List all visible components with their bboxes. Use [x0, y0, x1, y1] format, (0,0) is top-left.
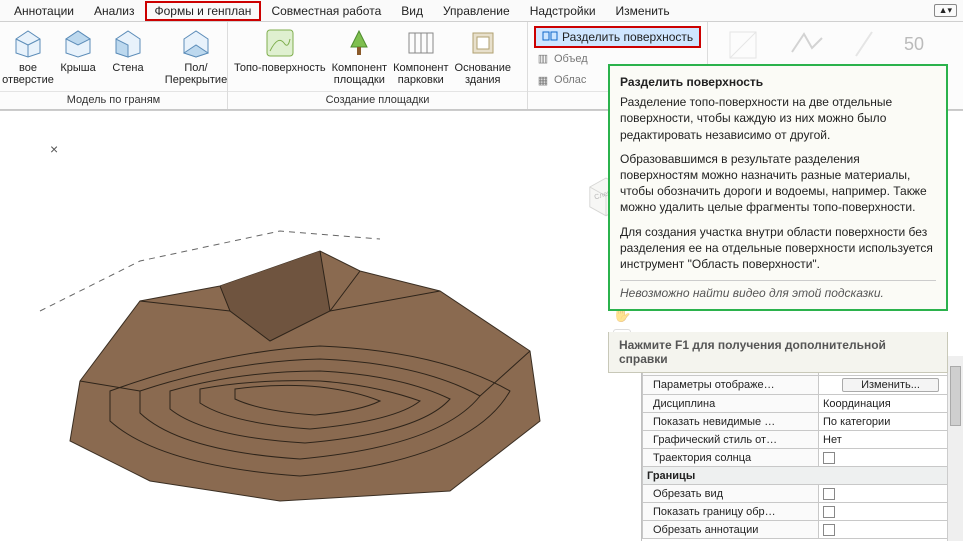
split-surface-button[interactable]: Разделить поверхность: [534, 26, 701, 48]
prop-row[interactable]: Обрезать вид: [643, 485, 963, 503]
prop-key: Обрезать аннотации: [643, 521, 819, 539]
prop-value[interactable]: Координация: [819, 395, 963, 413]
small-label: Объед: [554, 53, 588, 65]
split-surface-label: Разделить поверхность: [562, 30, 693, 44]
prop-key: Показать невидимые …: [643, 413, 819, 431]
prop-checkbox[interactable]: [819, 449, 963, 467]
ribbon-label: Компонент площадки: [332, 62, 387, 86]
wall-icon: [111, 26, 145, 60]
tooltip-title: Разделить поверхность: [620, 74, 936, 90]
ribbon-btn-parking[interactable]: Компонент парковки: [393, 26, 448, 86]
prop-row[interactable]: ДисциплинаКоординация: [643, 395, 963, 413]
topo-icon: [263, 26, 297, 60]
ribbon-btn-buildingpad[interactable]: Основание здания: [455, 26, 511, 86]
prop-row[interactable]: Траектория солнца: [643, 449, 963, 467]
menu-overflow-icon[interactable]: ▲▾: [934, 4, 957, 17]
tooltip-f1-hint: Нажмите F1 для получения дополнительной …: [608, 332, 948, 373]
prop-key: Показать границу обр…: [643, 503, 819, 521]
terrain-surface[interactable]: [20, 191, 580, 511]
properties-panel: Переопределения вид…Изменить... Параметр…: [641, 356, 963, 541]
ribbon-group-label: Создание площадки: [228, 91, 527, 109]
prop-key: Параметры отображе…: [643, 376, 819, 395]
ribbon-btn-toposurface[interactable]: Топо-поверхность: [234, 26, 326, 74]
roof-icon: [61, 26, 95, 60]
prop-checkbox[interactable]: [819, 521, 963, 539]
menu-annotations[interactable]: Аннотации: [4, 1, 84, 21]
scrollbar-thumb[interactable]: [950, 366, 961, 426]
ribbon-btn-wall[interactable]: Стена: [106, 26, 150, 74]
ghost-number: 50: [904, 34, 924, 55]
prop-group-header[interactable]: Границы: [643, 467, 963, 485]
ribbon-label: Основание здания: [455, 62, 511, 86]
prop-key: Дисциплина: [643, 395, 819, 413]
menu-forms-siteplan[interactable]: Формы и генплан: [145, 1, 262, 21]
menu-addins[interactable]: Надстройки: [520, 1, 606, 21]
split-icon: [542, 28, 558, 47]
menu-modify[interactable]: Изменить: [606, 1, 680, 21]
menu-view[interactable]: Вид: [391, 1, 433, 21]
prop-row[interactable]: Обрезать аннотации: [643, 521, 963, 539]
region-icon: ▦: [534, 74, 552, 87]
prop-checkbox[interactable]: [819, 485, 963, 503]
merge-icon: ▥: [534, 52, 552, 65]
parking-icon: [404, 26, 438, 60]
prop-row[interactable]: Параметры отображе…Изменить...: [643, 376, 963, 395]
ribbon-label: Топо-поверхность: [234, 62, 326, 74]
small-label: Облас: [554, 74, 586, 86]
prop-key: Траектория солнца: [643, 449, 819, 467]
close-view-icon[interactable]: ×: [50, 141, 58, 157]
properties-scrollbar[interactable]: [947, 356, 963, 541]
prop-row[interactable]: Показать невидимые …По категории: [643, 413, 963, 431]
tooltip-no-video: Невозможно найти видео для этой подсказк…: [620, 280, 936, 301]
ribbon-label: Крыша: [60, 62, 95, 74]
menu-bar: Аннотации Анализ Формы и генплан Совмест…: [0, 0, 963, 22]
cube-icon: [11, 26, 45, 60]
ribbon-group-label: Модель по граням: [0, 91, 227, 109]
properties-table: Переопределения вид…Изменить... Параметр…: [642, 356, 963, 539]
tree-icon: [342, 26, 376, 60]
ribbon-label: Компонент парковки: [393, 62, 448, 86]
prop-edit-button[interactable]: Изменить...: [819, 376, 963, 395]
prop-value[interactable]: По категории: [819, 413, 963, 431]
ghost-tool-icon: [726, 28, 760, 62]
ribbon-label: Стена: [112, 62, 143, 74]
floor-icon: [179, 26, 213, 60]
ribbon-btn-opening[interactable]: вое отверстие: [6, 26, 50, 86]
prop-key: Обрезать вид: [643, 485, 819, 503]
prop-key: Графический стиль от…: [643, 431, 819, 449]
ribbon-btn-floor[interactable]: Пол/Перекрытие: [156, 26, 236, 86]
tooltip-split-surface: Разделить поверхность Разделение топо-по…: [608, 64, 948, 311]
ribbon-group-site: Топо-поверхность Компонент площадки Комп…: [228, 22, 528, 109]
prop-value[interactable]: Нет: [819, 431, 963, 449]
ribbon-label: Пол/Перекрытие: [156, 62, 236, 86]
ghost-curve-icon: [790, 28, 824, 62]
ribbon-label: вое отверстие: [2, 62, 54, 86]
menu-analysis[interactable]: Анализ: [84, 1, 145, 21]
ghost-line-icon: [854, 28, 874, 62]
prop-checkbox[interactable]: [819, 503, 963, 521]
ribbon-btn-sitecomponent[interactable]: Компонент площадки: [332, 26, 387, 86]
prop-row[interactable]: Графический стиль от…Нет: [643, 431, 963, 449]
menu-manage[interactable]: Управление: [433, 1, 520, 21]
ribbon-btn-roof[interactable]: Крыша: [56, 26, 100, 74]
pad-icon: [466, 26, 500, 60]
ribbon-group-model: вое отверстие Крыша Стена Пол/Перекрытие…: [0, 22, 228, 109]
menu-collaborate[interactable]: Совместная работа: [261, 1, 391, 21]
tooltip-paragraph: Разделение топо-поверхности на две отдел…: [620, 94, 936, 143]
tooltip-paragraph: Для создания участка внутри области пове…: [620, 224, 936, 273]
prop-row[interactable]: Показать границу обр…: [643, 503, 963, 521]
tooltip-paragraph: Образовавшимся в результате разделения п…: [620, 151, 936, 216]
